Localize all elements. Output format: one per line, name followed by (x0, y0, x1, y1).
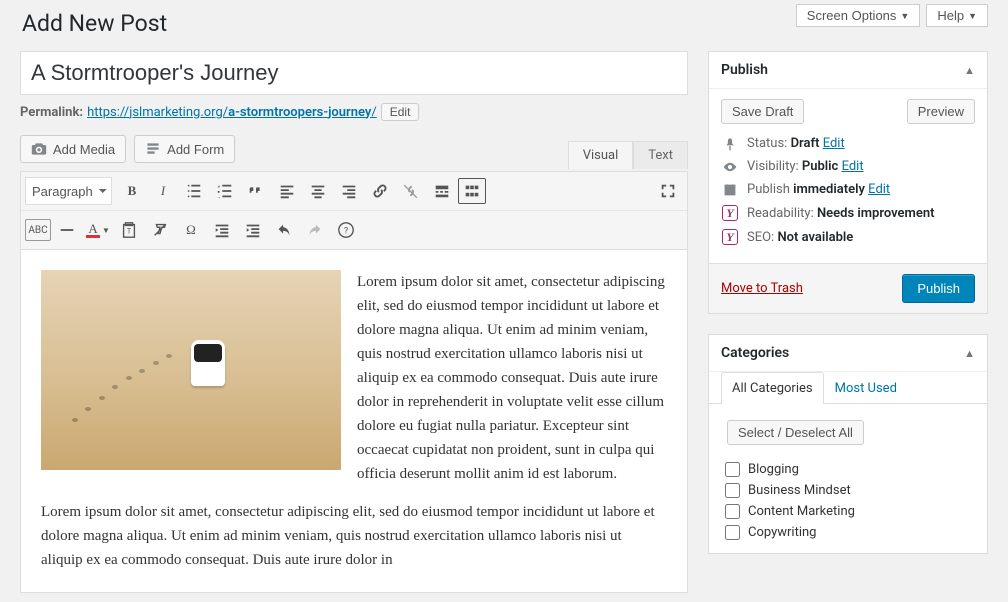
blockquote-button[interactable] (241, 176, 271, 206)
hr-button[interactable] (52, 215, 82, 245)
calendar-icon (721, 183, 739, 197)
permalink-edit-button[interactable]: Edit (381, 103, 420, 121)
permalink-row: Permalink: https://jslmarketing.org/a-st… (20, 103, 688, 121)
fullscreen-button[interactable] (653, 176, 683, 206)
select-deselect-all-button[interactable]: Select / Deselect All (727, 420, 864, 445)
chevron-down-icon: ▼ (968, 11, 977, 21)
category-label: Content Marketing (748, 504, 855, 519)
categories-panel: Categories ▲ All Categories Most Used Se… (708, 334, 988, 554)
yoast-seo-icon: Y (721, 229, 739, 245)
preview-button[interactable]: Preview (907, 99, 975, 124)
category-label: Blogging (748, 462, 799, 477)
outdent-button[interactable] (207, 215, 237, 245)
add-media-button[interactable]: Add Media (20, 135, 126, 163)
category-item[interactable]: Business Mindset (725, 480, 975, 501)
category-checkbox[interactable] (725, 483, 740, 498)
category-item[interactable]: Blogging (725, 459, 975, 480)
publish-button[interactable]: Publish (902, 274, 975, 303)
save-draft-button[interactable]: Save Draft (721, 99, 804, 124)
publish-panel: Publish ▲ Save Draft Preview Status: Dra… (708, 51, 988, 314)
indent-button[interactable] (238, 215, 268, 245)
categories-title: Categories (721, 345, 789, 361)
post-image[interactable] (41, 270, 341, 470)
editor-paragraph: Lorem ipsum dolor sit amet, consectetur … (41, 500, 667, 572)
tab-all-categories[interactable]: All Categories (721, 372, 824, 404)
category-item[interactable]: Content Marketing (725, 501, 975, 522)
tab-visual[interactable]: Visual (568, 141, 634, 169)
insert-more-button[interactable] (427, 176, 457, 206)
help-button[interactable]: Help▼ (926, 4, 988, 27)
redo-button[interactable] (300, 215, 330, 245)
panel-toggle-icon[interactable]: ▲ (964, 347, 975, 360)
panel-toggle-icon[interactable]: ▲ (964, 64, 975, 77)
category-checkbox[interactable] (725, 525, 740, 540)
special-char-button[interactable]: Ω (176, 215, 206, 245)
permalink-link[interactable]: https://jslmarketing.org/a-stormtroopers… (87, 105, 377, 120)
clear-formatting-button[interactable] (145, 215, 175, 245)
category-checkbox[interactable] (725, 462, 740, 477)
screen-options-button[interactable]: Screen Options▼ (796, 4, 921, 27)
align-right-button[interactable] (334, 176, 364, 206)
tab-most-used[interactable]: Most Used (824, 372, 908, 404)
tab-text[interactable]: Text (633, 141, 688, 169)
yoast-readability-icon: Y (721, 205, 739, 221)
move-to-trash-link[interactable]: Move to Trash (721, 281, 803, 296)
add-form-button[interactable]: Add Form (134, 135, 235, 163)
align-left-button[interactable] (272, 176, 302, 206)
bold-button[interactable]: B (117, 176, 147, 206)
category-checkbox[interactable] (725, 504, 740, 519)
permalink-label: Permalink: (20, 105, 83, 120)
text-color-button[interactable]: A▼ (83, 215, 113, 245)
pin-icon (721, 137, 739, 151)
camera-icon (31, 141, 47, 157)
strikethrough-button[interactable]: ABC (25, 219, 51, 241)
svg-text:T: T (127, 227, 132, 236)
editor-content[interactable]: Lorem ipsum dolor sit amet, consectetur … (20, 250, 688, 593)
undo-button[interactable] (269, 215, 299, 245)
category-label: Business Mindset (748, 483, 851, 498)
toolbar-toggle-button[interactable] (458, 178, 486, 204)
category-item[interactable]: Copywriting (725, 522, 975, 543)
link-button[interactable] (365, 176, 395, 206)
post-title-input[interactable] (20, 51, 688, 95)
chevron-down-icon: ▼ (900, 11, 909, 21)
eye-icon (721, 160, 739, 174)
paste-text-button[interactable]: T (114, 215, 144, 245)
schedule-edit-link[interactable]: Edit (868, 182, 890, 197)
align-center-button[interactable] (303, 176, 333, 206)
status-edit-link[interactable]: Edit (823, 136, 845, 151)
bullet-list-button[interactable] (179, 176, 209, 206)
format-select[interactable]: Paragraph (25, 177, 112, 205)
unlink-button[interactable] (396, 176, 426, 206)
publish-title: Publish (721, 62, 768, 78)
svg-text:?: ? (344, 227, 348, 237)
keyboard-help-button[interactable]: ? (331, 215, 361, 245)
form-icon (145, 141, 161, 157)
visibility-edit-link[interactable]: Edit (842, 159, 864, 174)
italic-button[interactable]: I (148, 176, 178, 206)
category-label: Copywriting (748, 525, 817, 540)
numbered-list-button[interactable] (210, 176, 240, 206)
editor-toolbar: Paragraph B I (20, 171, 688, 250)
